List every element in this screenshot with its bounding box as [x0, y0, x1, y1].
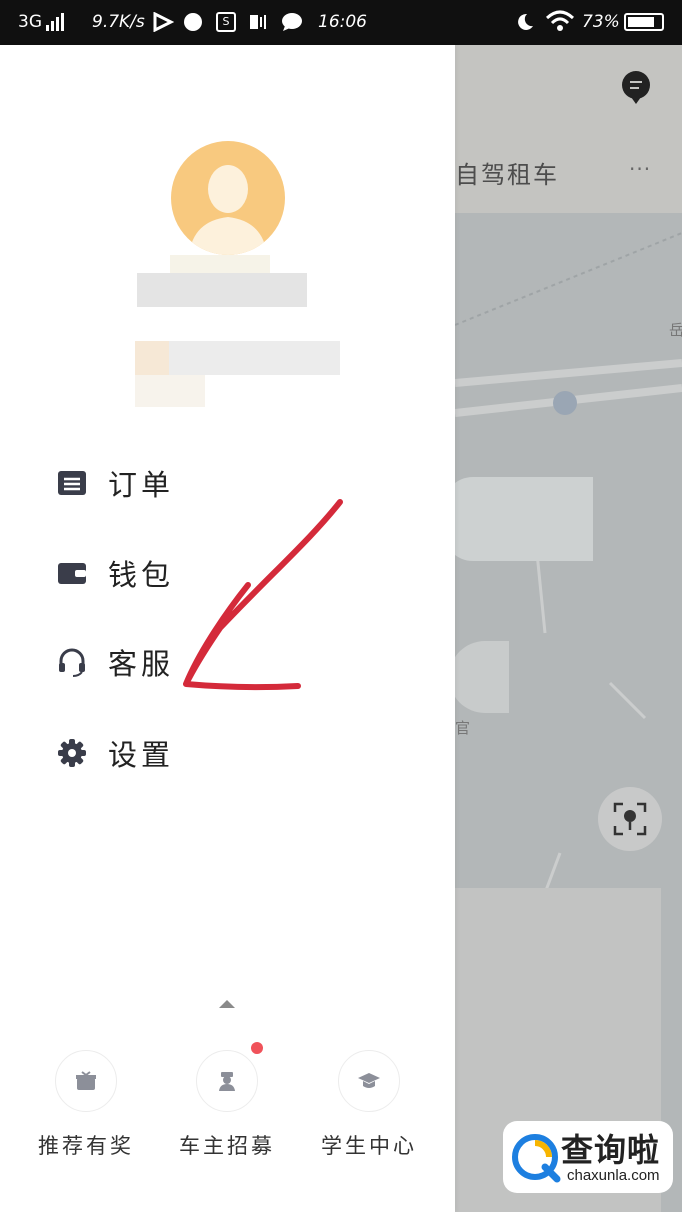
driver-icon: [196, 1042, 263, 1112]
menu-label-customer-service: 客服: [108, 647, 175, 681]
network-indicator: 3G: [18, 12, 64, 32]
student-center-label: 学生中心: [321, 1134, 417, 1158]
wallet-icon: [56, 557, 88, 589]
referral-reward-label: 推荐有奖: [38, 1134, 134, 1158]
menu-item-wallet[interactable]: 钱包: [56, 553, 174, 593]
locate-icon: [613, 802, 647, 836]
menu-label-wallet: 钱包: [108, 558, 175, 592]
map-blurred-region: [455, 641, 509, 713]
headset-icon: [56, 646, 88, 678]
map-poi-label: 官: [455, 719, 471, 737]
play-icon: [152, 12, 174, 32]
graduation-cap-icon: [338, 1050, 400, 1112]
watermark-title: 查询啦: [561, 1131, 661, 1169]
driver-recruit-label: 车主招募: [179, 1134, 275, 1158]
driver-recruit-button[interactable]: 车主招募: [167, 1042, 287, 1160]
menu-item-settings[interactable]: 设置: [56, 733, 174, 773]
search-logo-icon: [512, 1134, 561, 1183]
watermark-url: chaxunla.com: [567, 1167, 660, 1184]
menu-label-orders: 订单: [108, 468, 175, 502]
message-icon: [280, 12, 304, 32]
signal-icon: [46, 13, 64, 31]
chat-icon[interactable]: [621, 71, 651, 109]
menu-label-settings: 设置: [108, 738, 175, 772]
network-type: 3G: [18, 12, 42, 32]
gear-icon: [56, 737, 88, 769]
map-view[interactable]: 自驾租车 ··· 岳 官: [455, 45, 682, 1212]
watermark-logo: 查询啦 chaxunla.com: [503, 1121, 673, 1193]
bus-stop-icon[interactable]: [553, 391, 577, 415]
s-app-icon: S: [216, 12, 236, 32]
map-blurred-region: [455, 477, 593, 561]
locate-button[interactable]: [598, 787, 662, 851]
referral-reward-button[interactable]: 推荐有奖: [26, 1050, 146, 1160]
blur-artifact: [170, 255, 270, 273]
expand-up-icon[interactable]: [219, 1000, 235, 1008]
vibrate-icon: [246, 12, 270, 32]
menu-item-customer-service[interactable]: 客服: [56, 642, 174, 682]
map-header: 自驾租车 ···: [455, 45, 682, 213]
notification-badge: [251, 1042, 263, 1054]
avatar[interactable]: [171, 141, 285, 255]
side-drawer: 订单 钱包 客服 设置 推荐有奖 车主招募 学生中心: [0, 45, 455, 1212]
wifi-icon: [545, 10, 575, 32]
more-icon[interactable]: ···: [629, 157, 651, 181]
user-avatar-icon: [189, 165, 267, 255]
order-list-icon: [56, 467, 88, 499]
username-blurred: [137, 273, 307, 307]
map-poi-label: 岳: [669, 321, 682, 339]
battery-icon: [624, 13, 664, 31]
moon-icon: [515, 12, 535, 32]
gift-icon: [55, 1050, 117, 1112]
menu-item-orders[interactable]: 订单: [56, 463, 174, 503]
clock: 16:06: [318, 12, 367, 32]
status-bar: 3G 9.7K/s S 16:06 73%: [0, 0, 682, 45]
student-center-button[interactable]: 学生中心: [309, 1050, 429, 1160]
network-speed: 9.7K/s: [92, 12, 145, 32]
service-title[interactable]: 自驾租车: [455, 155, 559, 190]
battery-percent: 73%: [582, 12, 620, 32]
planet-icon: [184, 13, 202, 31]
blur-artifact: [135, 375, 205, 407]
blur-artifact: [135, 341, 169, 375]
